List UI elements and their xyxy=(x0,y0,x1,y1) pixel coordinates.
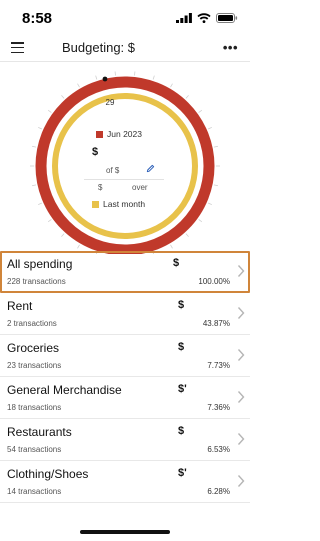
chevron-right-icon xyxy=(237,391,245,403)
category-name: General Merchandise xyxy=(7,383,122,397)
gauge-tick xyxy=(207,202,212,206)
last-month-ring xyxy=(52,93,198,239)
gauge-tick xyxy=(61,233,65,237)
gauge-tick xyxy=(95,75,98,80)
category-percent: 7.36% xyxy=(207,403,230,412)
previous-period-label: Last month xyxy=(103,199,146,209)
gauge-tick xyxy=(77,83,80,88)
gauge-tick xyxy=(38,202,43,206)
gauge-tick xyxy=(31,184,37,187)
difference-label: over xyxy=(132,183,148,192)
transaction-count: 18 transactions xyxy=(7,403,62,412)
category-percent: 43.87% xyxy=(202,319,230,328)
more-options-icon[interactable]: ••• xyxy=(223,40,238,55)
transaction-count: 228 transactions xyxy=(7,277,66,286)
transaction-count: 23 transactions xyxy=(7,361,62,370)
gauge-tick xyxy=(77,244,80,249)
legend-current-period: Jun 2023 xyxy=(96,129,142,139)
category-name: Clothing/Shoes xyxy=(7,467,89,481)
day-label: 29 xyxy=(105,98,115,107)
category-row-clothing-shoes[interactable]: Clothing/Shoes 14 transactions $' 6.28% xyxy=(0,461,250,503)
previous-period-swatch xyxy=(92,200,99,208)
signal-icon xyxy=(176,13,192,23)
category-percent: 6.28% xyxy=(207,487,230,496)
gauge-divider xyxy=(84,179,164,180)
gauge-tick xyxy=(152,75,155,80)
budget-gauge: 29 Jun 2023 $ of $ $ over Last month xyxy=(0,62,250,254)
chevron-right-icon xyxy=(237,265,245,277)
transaction-count: 2 transactions xyxy=(7,319,57,328)
gauge-tick xyxy=(170,83,173,88)
category-row-rent[interactable]: Rent 2 transactions $ 43.87% xyxy=(0,293,250,335)
category-list: All spending 228 transactions $ 100.00% … xyxy=(0,251,250,503)
gauge-tick xyxy=(47,109,52,113)
category-name: Restaurants xyxy=(7,425,72,439)
status-icons xyxy=(176,13,238,23)
category-amount: $' xyxy=(178,467,187,479)
battery-icon xyxy=(216,13,238,23)
current-period-swatch xyxy=(96,130,103,138)
spent-amount: $ xyxy=(92,146,99,158)
gauge-tick xyxy=(47,219,52,223)
budget-total: of $ xyxy=(106,166,120,175)
current-month-ring xyxy=(35,76,215,254)
category-percent: 7.73% xyxy=(207,361,230,370)
category-amount: $' xyxy=(178,383,187,395)
page-title: Budgeting: $ xyxy=(62,40,136,55)
gauge-tick xyxy=(185,233,189,237)
status-time: 8:58 xyxy=(22,10,53,27)
category-row-groceries[interactable]: Groceries 23 transactions $ 7.73% xyxy=(0,335,250,377)
legend-previous-period: Last month xyxy=(92,199,145,209)
category-name: All spending xyxy=(7,257,73,271)
gauge-tick xyxy=(185,95,189,99)
category-percent: 6.53% xyxy=(207,445,230,454)
category-amount: $ xyxy=(178,341,185,353)
nav-bar: Budgeting: $ ••• xyxy=(0,34,250,62)
gauge-tick xyxy=(170,244,173,249)
category-amount: $ xyxy=(178,299,185,311)
category-amount: $ xyxy=(173,257,180,269)
chevron-right-icon xyxy=(237,433,245,445)
chevron-right-icon xyxy=(237,349,245,361)
gauge-tick xyxy=(213,184,219,187)
menu-icon[interactable] xyxy=(11,42,24,54)
wifi-icon xyxy=(197,13,211,23)
status-bar: 8:58 xyxy=(0,0,250,34)
chevron-right-icon xyxy=(237,307,245,319)
today-marker xyxy=(102,76,108,82)
current-period-label: Jun 2023 xyxy=(107,129,142,139)
category-percent: 100.00% xyxy=(198,277,230,286)
transaction-count: 14 transactions xyxy=(7,487,62,496)
category-name: Groceries xyxy=(7,341,60,355)
gauge-tick xyxy=(31,145,37,148)
gauge-tick xyxy=(213,145,219,148)
gauge-tick xyxy=(198,219,203,223)
gauge-tick xyxy=(207,126,212,130)
category-row-general-merchandise[interactable]: General Merchandise 18 transactions $' 7… xyxy=(0,377,250,419)
pencil-icon[interactable] xyxy=(146,164,155,173)
category-amount: $ xyxy=(178,425,185,437)
home-indicator xyxy=(80,530,170,534)
category-row-all-spending[interactable]: All spending 228 transactions $ 100.00% xyxy=(0,251,250,293)
category-name: Rent xyxy=(7,299,33,313)
category-row-restaurants[interactable]: Restaurants 54 transactions $ 6.53% xyxy=(0,419,250,461)
gauge-tick xyxy=(38,126,43,130)
transaction-count: 54 transactions xyxy=(7,445,62,454)
gauge-tick xyxy=(198,109,203,113)
gauge-tick xyxy=(61,95,65,99)
difference-amount: $ xyxy=(98,183,103,192)
chevron-right-icon xyxy=(237,475,245,487)
